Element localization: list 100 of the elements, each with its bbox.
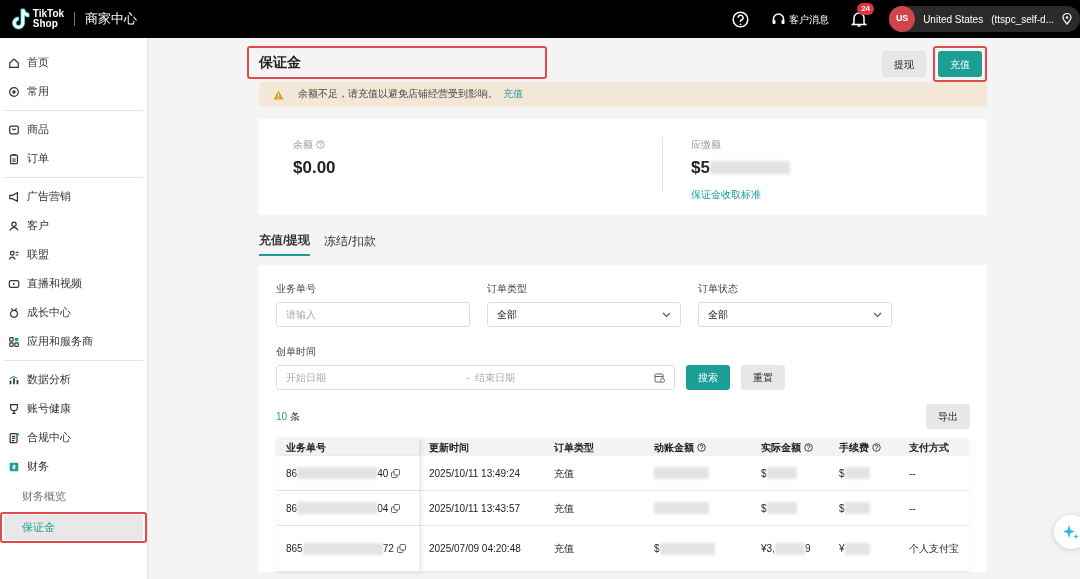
sidebar-item[interactable]: 直播和视频 — [0, 269, 147, 298]
column-header: 更新时间 — [429, 441, 469, 455]
column-header: 订单类型 — [554, 441, 594, 455]
sidebar-item[interactable]: 成长中心 — [0, 298, 147, 327]
trophy-icon — [8, 402, 20, 415]
result-count: 10 条 — [276, 410, 300, 424]
column-header: 实际金额 — [761, 441, 801, 455]
column-header: 手续费 — [839, 441, 869, 455]
table-cell-text: 9 — [804, 542, 811, 556]
headset-icon — [771, 11, 787, 27]
sidebar-item[interactable]: 应用和服务商 — [0, 327, 147, 356]
amount: $0.00 — [293, 157, 336, 179]
copy-icon[interactable] — [396, 544, 406, 553]
page-title: 保证金 — [259, 53, 301, 72]
redacted-value — [654, 502, 709, 514]
order-number: 86 — [286, 501, 298, 516]
avatar: US — [889, 6, 916, 32]
sidebar-item[interactable]: 联盟 — [0, 240, 147, 269]
order-number: 40 — [377, 466, 389, 481]
target-icon — [8, 85, 20, 98]
table-cell-text: ¥3, — [761, 542, 775, 556]
sidebar-item[interactable]: 广告营销 — [0, 182, 147, 211]
table-cell-text: $ — [761, 466, 767, 481]
dropdown[interactable]: 全部 — [487, 302, 681, 327]
redacted-value — [766, 467, 797, 479]
table-cell-text: $ — [654, 542, 660, 556]
sidebar-item[interactable]: 客户 — [0, 211, 147, 240]
summary-label: 余额 — [293, 138, 313, 152]
table-cell-text: $ — [761, 501, 767, 516]
order-number: 04 — [377, 501, 389, 516]
sidebar-item[interactable]: 首页 — [0, 48, 147, 77]
deposit-standard-link[interactable]: 保证金收取标准 — [691, 186, 761, 202]
table-cell-text: 2025/10/11 13:49:24 — [429, 466, 520, 481]
warning-icon — [273, 89, 284, 100]
alert-message: 余额不足，请充值以避免店铺经营受到影响。 — [297, 87, 498, 102]
redacted-value — [654, 467, 709, 479]
summary-label: 应缴额 — [691, 138, 721, 152]
megaphone-icon — [8, 190, 20, 203]
customers-icon — [8, 219, 20, 232]
table-cell-text: $ — [839, 466, 845, 481]
redacted-value — [844, 542, 870, 555]
order-number: 865 — [286, 542, 303, 556]
filter-label: 订单类型 — [487, 282, 528, 296]
chevron-down-icon — [873, 311, 882, 318]
order-number-field[interactable]: 请输入 — [276, 302, 470, 327]
export-button[interactable]: 导出 — [926, 404, 970, 429]
table-cell-text: -- — [909, 501, 916, 516]
sidebar-item[interactable]: 财务 — [0, 452, 147, 481]
chevron-down-icon — [662, 311, 671, 318]
tiktok-logo-icon — [10, 8, 30, 30]
sidebar-item[interactable]: 常用 — [0, 77, 147, 106]
table-cell-text: 2025/07/09 04:20:48 — [429, 542, 521, 556]
location-pin-icon — [1062, 13, 1072, 25]
copy-icon[interactable] — [391, 503, 400, 513]
sidebar-item[interactable]: 商品 — [0, 115, 147, 144]
table-cell-text: 2025/10/11 13:43:57 — [429, 501, 520, 516]
account-switcher[interactable]: US United States (ttspc_self-d... — [889, 6, 1080, 32]
document-icon — [8, 431, 20, 444]
notification-badge: 24 — [857, 2, 875, 15]
video-icon — [8, 277, 20, 290]
users-icon — [8, 248, 20, 261]
column-header: 动账金额 — [654, 441, 694, 455]
sparkle-icon — [1063, 524, 1079, 540]
region-name: United States — [923, 12, 984, 27]
app-title: 商家中心 — [85, 10, 138, 29]
order-number: 72 — [382, 542, 394, 556]
bag-icon — [8, 123, 20, 136]
filter-label: 创单时间 — [276, 345, 317, 359]
copy-icon[interactable] — [391, 468, 400, 478]
order-number: 86 — [286, 466, 298, 481]
customer-messages-button[interactable]: 客户消息 — [771, 11, 830, 27]
redacted-value — [844, 467, 870, 479]
filter-label: 订单状态 — [698, 282, 739, 296]
tab[interactable]: 充值/提现 — [259, 231, 311, 256]
logo-text: Shop — [32, 19, 59, 29]
chart-icon — [8, 373, 20, 386]
clipboard-icon — [8, 152, 20, 165]
table-cell-text: 充值 — [554, 466, 574, 481]
sidebar-item[interactable]: 订单 — [0, 144, 147, 173]
column-header: 业务单号 — [286, 441, 326, 455]
store-name: (ttspc_self-d... — [991, 12, 1054, 27]
column-header: 支付方式 — [909, 441, 949, 455]
calendar-icon — [654, 372, 665, 383]
table-cell-text: $ — [839, 501, 845, 516]
sidebar-item[interactable]: 数据分析 — [0, 365, 147, 394]
redacted-value — [774, 542, 805, 555]
sidebar-subitem[interactable]: 财务概览 — [4, 484, 143, 509]
withdraw-button[interactable]: 提现 — [882, 51, 926, 77]
table-cell-text: 充值 — [554, 542, 574, 556]
sidebar-item[interactable]: 账号健康 — [0, 394, 147, 423]
reset-button[interactable]: 重置 — [741, 365, 785, 390]
help-icon[interactable] — [732, 10, 750, 28]
table-cell-text: ¥ — [839, 542, 845, 556]
sidebar-item[interactable]: 合规中心 — [0, 423, 147, 452]
medal-icon — [8, 306, 20, 319]
tab[interactable]: 冻结/扣款 — [324, 231, 376, 256]
bell-icon[interactable] — [851, 10, 868, 29]
dropdown[interactable]: 全部 — [698, 302, 892, 327]
table-cell-text: -- — [909, 466, 916, 481]
redacted-value — [659, 542, 715, 555]
